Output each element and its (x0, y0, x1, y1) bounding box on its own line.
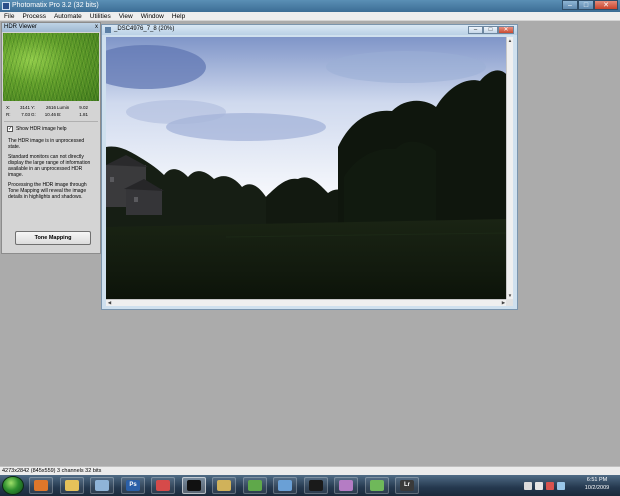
photomatix-icon (187, 480, 201, 491)
window-controls: – □ ✕ (562, 0, 618, 11)
tray-security-icon[interactable] (546, 481, 554, 490)
readout-g-label: G: (31, 112, 36, 117)
taskbar-media-player-button[interactable] (90, 477, 114, 494)
desktop: Photomatix Pro 3.2 (32 bits) – □ ✕ File … (0, 0, 620, 496)
app-9-icon (278, 480, 292, 491)
app-7-icon (217, 480, 231, 491)
app-title-bar[interactable]: Photomatix Pro 3.2 (32 bits) – □ ✕ (0, 0, 620, 12)
document-minimize-button[interactable]: – (468, 26, 483, 34)
taskbar-firefox-button[interactable] (29, 477, 53, 494)
taskbar-app-11-button[interactable] (334, 477, 358, 494)
show-help-row[interactable]: ✓ Show HDR image help (2, 122, 100, 132)
app-11-icon (339, 480, 353, 491)
tray-volume-icon[interactable] (535, 481, 543, 490)
close-button[interactable]: ✕ (594, 0, 618, 10)
menu-help[interactable]: Help (168, 12, 189, 20)
show-help-checkbox[interactable]: ✓ (7, 126, 13, 132)
readout-x-label: X: (6, 105, 11, 110)
hdr-viewer-magnified-preview (3, 33, 99, 101)
tone-mapping-button[interactable]: Tone Mapping (15, 231, 91, 245)
minimize-button[interactable]: – (562, 0, 578, 10)
tray-network-icon[interactable] (524, 481, 532, 490)
readout-b-value: 1.81 (79, 112, 88, 117)
hdr-viewer-title-bar[interactable]: HDR Viewer x (2, 23, 100, 32)
taskbar-photomatix-button[interactable] (182, 477, 206, 494)
hdr-viewer-panel: HDR Viewer x X: 3141 Y: 2616 Lumin 9.02 … (1, 22, 101, 254)
document-title-bar[interactable]: _DSC4976_7_8 (20%) – □ ✕ (102, 25, 517, 35)
maximize-button[interactable]: □ (578, 0, 594, 10)
scroll-left-arrow-icon[interactable]: ◀ (106, 300, 113, 306)
document-window-controls: – □ ✕ (468, 26, 514, 34)
app-8-icon (248, 480, 262, 491)
document-close-button[interactable]: ✕ (498, 26, 514, 34)
readout-lumin-label: Lumin (57, 105, 70, 110)
document-icon (105, 27, 111, 33)
hdr-viewer-close-icon[interactable]: x (95, 23, 98, 32)
menu-utilities[interactable]: Utilities (86, 12, 115, 20)
app-5-icon (156, 480, 170, 491)
hdr-photo (106, 37, 507, 299)
document-maximize-button[interactable]: □ (483, 26, 498, 34)
firefox-icon (34, 480, 48, 491)
help-paragraph-2: Standard monitors can not directly displ… (8, 154, 91, 178)
pixel-readout: X: 3141 Y: 2616 Lumin 9.02 R: 7.03 G: 10… (2, 101, 100, 118)
taskbar-app-9-button[interactable] (273, 477, 297, 494)
app-10-icon (309, 480, 323, 491)
app-12-icon (370, 480, 384, 491)
menu-view[interactable]: View (115, 12, 137, 20)
taskbar-photoshop-button[interactable]: Ps (121, 477, 145, 494)
menu-automate[interactable]: Automate (50, 12, 86, 20)
readout-y-label: Y: (31, 105, 36, 110)
system-tray (524, 477, 568, 494)
taskbar-clock[interactable]: 6:51 PM 10/2/2009 (579, 476, 615, 492)
taskbar-app-8-button[interactable] (243, 477, 267, 494)
document-title: _DSC4976_7_8 (20%) (114, 26, 175, 32)
scroll-up-arrow-icon[interactable]: ▲ (507, 37, 513, 44)
photomatix-app-icon (2, 2, 10, 10)
readout-g-value: 10.46 (44, 112, 56, 117)
horizontal-scrollbar[interactable]: ◀ ▶ (106, 299, 507, 306)
clock-date: 10/2/2009 (584, 485, 610, 491)
explorer-icon (65, 480, 79, 491)
taskbar-app-10-button[interactable] (304, 477, 328, 494)
start-button[interactable] (2, 476, 24, 495)
menu-process[interactable]: Process (18, 12, 49, 20)
taskbar-app-7-button[interactable] (212, 477, 236, 494)
help-paragraph-3: Processing the HDR image through Tone Ma… (8, 182, 87, 200)
taskbar-lightroom-button[interactable]: Lr (395, 477, 419, 494)
taskbar-app-12-button[interactable] (365, 477, 389, 494)
media-player-icon (95, 480, 109, 491)
image-document-window: _DSC4976_7_8 (20%) – □ ✕ ▲ ▼ ◀ ▶ (101, 24, 518, 310)
readout-b-label: B: (57, 112, 62, 117)
scroll-down-arrow-icon[interactable]: ▼ (507, 292, 513, 299)
windows-taskbar: Ps Lr 6:51 PM 10/2/2009 (0, 475, 620, 496)
vertical-scrollbar[interactable]: ▲ ▼ (506, 37, 513, 299)
taskbar-app-5-button[interactable] (151, 477, 175, 494)
readout-r-label: R: (6, 112, 11, 117)
status-bar: 4273x2842 (845x559) 3 channels 32 bits (0, 466, 620, 475)
readout-lumin-value: 9.02 (79, 105, 88, 110)
app-title: Photomatix Pro 3.2 (32 bits) (12, 2, 99, 9)
scrollbar-corner (506, 299, 513, 306)
help-paragraph-1: The HDR image is in unprocessed state. (8, 138, 85, 150)
tray-app-icon[interactable] (557, 481, 565, 490)
menu-file[interactable]: File (0, 12, 18, 20)
taskbar-explorer-button[interactable] (60, 477, 84, 494)
menu-bar: File Process Automate Utilities View Win… (0, 12, 620, 21)
menu-window[interactable]: Window (137, 12, 168, 20)
clock-time: 6:51 PM (586, 477, 608, 483)
photoshop-icon: Ps (126, 480, 140, 491)
readout-x-value: 3141 (19, 105, 30, 110)
show-help-label[interactable]: Show HDR image help (16, 126, 67, 132)
hdr-viewer-title: HDR Viewer (4, 24, 37, 30)
readout-r-value: 7.03 (21, 112, 30, 117)
readout-y-value: 2616 (45, 105, 56, 110)
lightroom-icon: Lr (400, 480, 414, 491)
hdr-image-canvas[interactable] (106, 37, 507, 299)
